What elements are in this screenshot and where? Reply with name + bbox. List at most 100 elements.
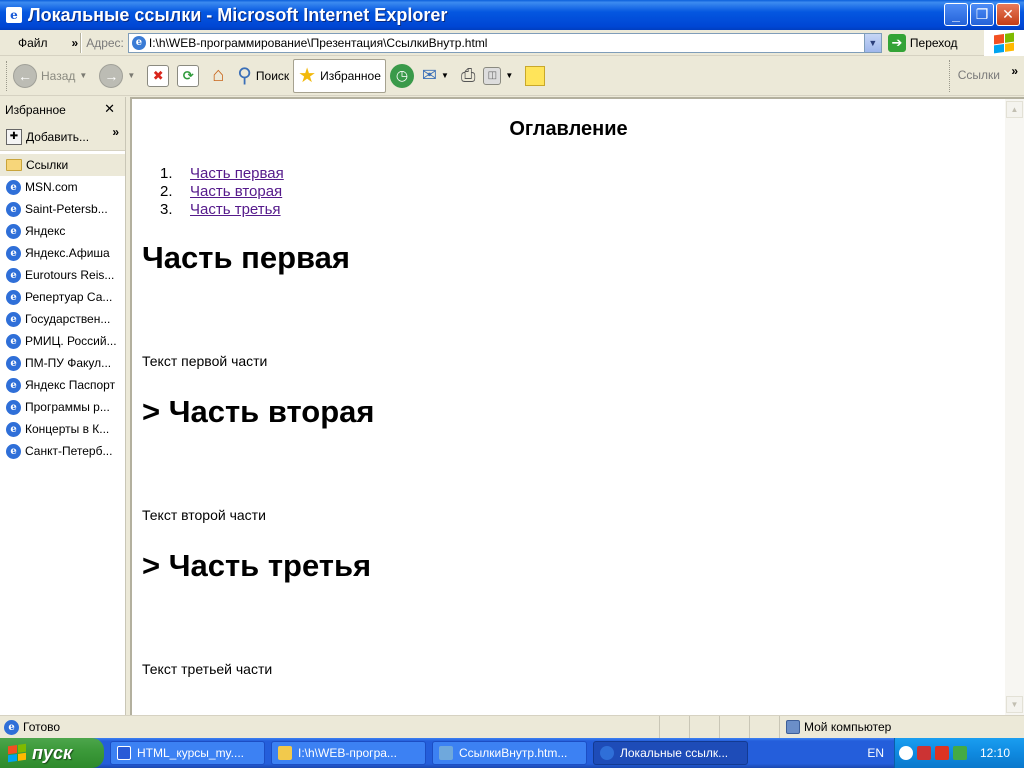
status-cell [750,716,780,738]
favorites-label: Избранное [320,68,381,83]
favorites-item[interactable]: e Яндекс [0,220,125,242]
menu-file[interactable]: Файл [18,36,48,50]
home-button[interactable]: ⌂ [203,59,233,93]
links-label[interactable]: Ссылки [958,68,1000,82]
refresh-button[interactable]: ⟳ [173,59,203,93]
forward-dropdown-icon[interactable]: ▼ [127,71,135,80]
vertical-scrollbar[interactable]: ▲ ▼ [1005,97,1024,715]
favorites-more-chevron-icon[interactable]: » [112,125,119,139]
notepad-icon [439,746,453,760]
scroll-up-icon[interactable]: ▲ [1006,101,1023,118]
security-zone: Мой компьютер [780,716,891,738]
favorites-item[interactable]: e Государствен... [0,308,125,330]
ie-app-icon[interactable]: e [6,7,22,23]
ie-page-icon: e [6,443,21,459]
tray-app-icon[interactable] [953,746,967,760]
taskbar: пуск HTML_курсы_my.... I:\h\WEB-програ..… [0,738,1024,768]
close-button[interactable]: ✕ [996,3,1020,26]
print-button[interactable]: ⎙ [457,59,479,93]
folder-icon [278,746,292,760]
tray-antivirus-icon[interactable] [935,746,949,760]
stop-button[interactable]: ✖ [143,59,173,93]
taskbar-item-word[interactable]: HTML_курсы_my.... [110,741,265,765]
links-chevron-icon[interactable]: » [1011,64,1018,78]
go-label: Переход [909,35,958,50]
favorites-button[interactable]: ★ Избранное [293,58,386,93]
status-cell [660,716,690,738]
start-label: пуск [32,742,73,763]
favorites-item[interactable]: e Saint-Petersb... [0,198,125,220]
back-dropdown-icon[interactable]: ▼ [79,71,87,80]
section-text-part-1: Текст первой части [142,353,268,369]
scroll-down-icon[interactable]: ▼ [1006,696,1023,713]
ie-page-icon: e [6,355,21,371]
taskbar-item-notepad[interactable]: СсылкиВнутр.htm... [432,741,587,765]
tray-network-icon[interactable] [917,746,931,760]
section-heading-part-3: > Часть третья [142,548,372,583]
favorites-item[interactable]: e MSN.com [0,176,125,198]
favorites-item[interactable]: e Яндекс.Афиша [0,242,125,264]
menu-address-row: Файл » Адрес: e I:\h\WEB-программировани… [0,30,1024,56]
history-button[interactable]: ◷ [386,59,418,93]
edit-button[interactable]: ◫ ▼ [479,59,521,93]
add-favorite-label: Добавить... [26,129,90,144]
sticky-note-icon [525,65,546,86]
favorites-item[interactable]: e Яндекс Паспорт [0,374,125,396]
favorites-item[interactable]: e Eurotours Reis... [0,264,125,286]
forward-button[interactable]: → ▼ [95,59,143,93]
page-content: Оглавление 1. Часть первая 2. Часть втор… [130,97,1005,715]
ie-page-icon: e [6,267,21,283]
add-favorite-icon: ✚ [6,128,22,145]
ie-page-icon: e [6,179,21,195]
status-page-icon: e [4,719,19,735]
stop-icon: ✖ [147,64,170,87]
favorites-item[interactable]: e Санкт-Петерб... [0,440,125,462]
ie-page-icon: e [6,421,21,437]
ie-icon [600,746,614,760]
edit-dropdown-icon[interactable]: ▼ [505,71,513,80]
add-favorite-button[interactable]: ✚ Добавить... » [0,123,125,151]
close-pane-icon[interactable]: ✕ [104,101,115,117]
go-button[interactable]: ➔ Переход [887,33,958,52]
star-icon: ★ [298,65,317,87]
restore-button[interactable]: ❐ [970,3,994,26]
ie-page-icon: e [6,333,21,349]
toc-link-part-1[interactable]: Часть первая [190,165,284,183]
folder-icon [6,159,22,171]
ie-page-icon: e [6,201,21,217]
favorites-item[interactable]: e Репертуар Са... [0,286,125,308]
notes-button[interactable] [521,59,549,93]
taskbar-item-explorer[interactable]: I:\h\WEB-програ... [271,741,426,765]
taskbar-item-ie[interactable]: Локальные ссылк... [593,741,748,765]
address-input[interactable]: e I:\h\WEB-программирование\Презентация\… [127,32,882,53]
mail-dropdown-icon[interactable]: ▼ [441,71,449,80]
search-button[interactable]: ⚲ Поиск [233,59,293,93]
back-button[interactable]: ← Назад ▼ [9,59,95,93]
address-dropdown-icon[interactable]: ▼ [863,33,881,52]
toc-item: 1. Часть первая [154,165,995,183]
tray-arrow-icon[interactable] [899,746,913,760]
favorites-item-folder[interactable]: Ссылки [0,154,125,176]
toc-number: 1. [160,165,173,182]
mail-button[interactable]: ✉ ▼ [418,59,457,93]
links-grip[interactable] [949,60,952,92]
section-text-part-2: Текст второй части [142,507,266,523]
address-url[interactable]: I:\h\WEB-программирование\Презентация\Сс… [149,36,864,50]
favorites-item[interactable]: e ПМ-ПУ Факул... [0,352,125,374]
toc-link-part-2[interactable]: Часть вторая [190,183,282,201]
status-cell [690,716,720,738]
language-indicator[interactable]: EN [867,746,884,760]
favorites-item[interactable]: e Концерты в К... [0,418,125,440]
favorites-item[interactable]: e РМИЦ. Россий... [0,330,125,352]
start-button[interactable]: пуск [0,738,104,768]
favorites-item[interactable]: e Программы р... [0,396,125,418]
minimize-button[interactable]: _ [944,3,968,26]
section-text-part-3: Текст третьей части [142,661,273,677]
toc-list: 1. Часть первая 2. Часть вторая 3. Часть… [154,165,995,219]
zone-label: Мой компьютер [804,720,892,734]
menu-more-chevron-icon[interactable]: » [72,36,79,50]
ie-page-icon: e [6,289,21,305]
windows-logo-icon [984,30,1024,56]
toc-link-part-3[interactable]: Часть третья [190,201,281,219]
system-tray: 12:10 [894,738,1024,768]
